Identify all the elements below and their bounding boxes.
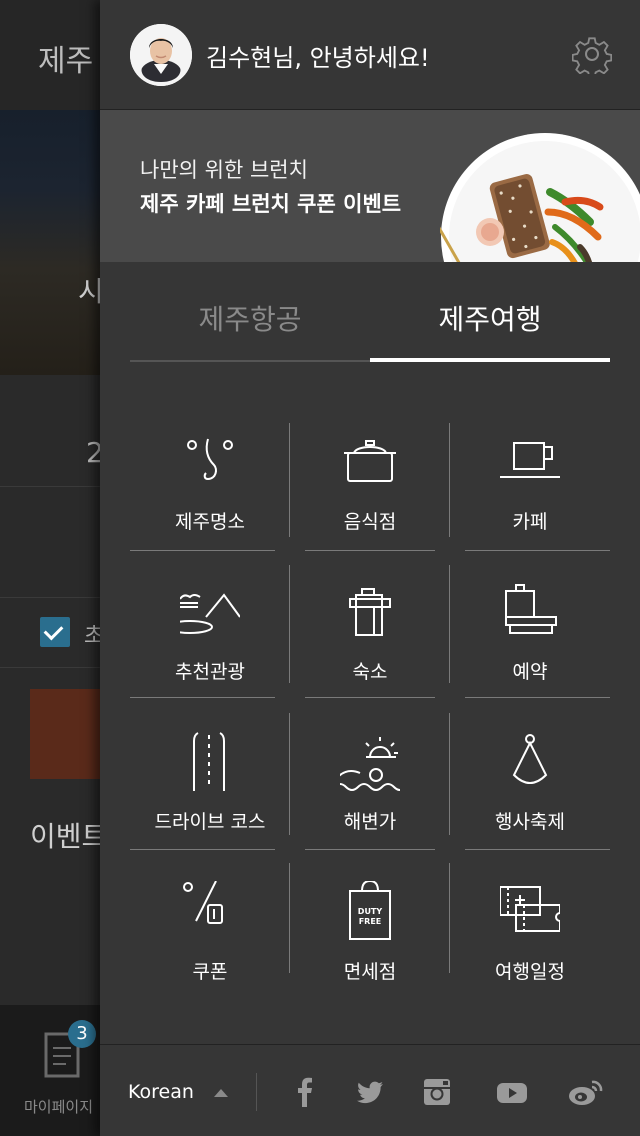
grid-divider <box>465 697 610 698</box>
pot-icon <box>344 440 396 482</box>
background-event-label: 이벤트 <box>30 820 108 853</box>
grid-divider <box>449 565 450 683</box>
menu-label: 행사축제 <box>495 811 565 833</box>
weibo-icon[interactable] <box>568 1077 604 1107</box>
facebook-icon[interactable] <box>290 1077 320 1107</box>
tab-jeju-travel[interactable]: 제주여행 <box>370 298 610 338</box>
menu-item-itinerary[interactable]: 여행일정 <box>450 863 610 1013</box>
gear-icon[interactable] <box>572 34 612 74</box>
background-title: 제주 <box>38 44 94 79</box>
menu-label: 음식점 <box>343 511 397 533</box>
travel-menu-grid: 제주명소 음식점 카페 추천관광 숙소 예약 드라이브 코스 해변가 행사축제 … <box>130 405 610 995</box>
menu-item-cafe[interactable]: 카페 <box>450 413 610 563</box>
mountain-lake-icon <box>180 593 240 634</box>
menu-label: 쿠폰 <box>192 961 228 983</box>
side-drawer: 김수현님, 안녕하세요! 나만의 위한 브런치 제주 카페 브런치 쿠폰 이벤트 <box>100 0 640 1136</box>
greeting-text: 김수현님, 안녕하세요! <box>206 44 430 72</box>
background-thumbnail <box>30 689 100 779</box>
banner-subtitle: 나만의 위한 브런치 <box>140 158 308 182</box>
notification-badge: 3 <box>68 1020 96 1048</box>
coffee-cup-icon <box>500 442 560 478</box>
menu-item-drive-course[interactable]: 드라이브 코스 <box>130 713 290 863</box>
grid-divider <box>130 550 275 551</box>
instagram-icon[interactable] <box>422 1077 452 1107</box>
grid-divider <box>305 849 435 850</box>
grid-divider <box>289 565 290 683</box>
drawer-header: 김수현님, 안녕하세요! <box>100 0 640 110</box>
promo-banner[interactable]: 나만의 위한 브런치 제주 카페 브런치 쿠폰 이벤트 <box>100 110 640 262</box>
menu-item-coupon[interactable]: 쿠폰 <box>130 863 290 1013</box>
luggage-icon <box>349 588 391 636</box>
menu-item-beach[interactable]: 해변가 <box>290 713 450 863</box>
grid-divider <box>449 713 450 835</box>
language-selector[interactable]: Korean <box>128 1081 194 1103</box>
grid-divider <box>305 550 435 551</box>
brunch-plate-image <box>440 133 640 262</box>
banner-title: 제주 카페 브런치 쿠폰 이벤트 <box>140 192 402 216</box>
youtube-icon[interactable] <box>496 1077 528 1107</box>
menu-item-recommended-tours[interactable]: 추천관광 <box>130 563 290 713</box>
menu-item-duty-free[interactable]: DUTY FREE 면세점 <box>290 863 450 1013</box>
beach-sun-icon <box>340 737 400 791</box>
duty-free-bag-icon: DUTY FREE <box>349 881 391 940</box>
menu-item-landmarks[interactable]: 제주명소 <box>130 413 290 563</box>
menu-label: 추천관광 <box>175 661 245 683</box>
menu-label: 카페 <box>512 511 548 533</box>
tickets-icon <box>500 886 560 932</box>
grid-divider <box>305 697 435 698</box>
grid-divider <box>289 863 290 973</box>
grid-divider <box>465 550 610 551</box>
menu-item-festival[interactable]: 행사축제 <box>450 713 610 863</box>
grid-divider <box>289 713 290 835</box>
menu-item-restaurants[interactable]: 음식점 <box>290 413 450 563</box>
menu-label: 제주명소 <box>175 511 245 533</box>
menu-label: 드라이브 코스 <box>154 811 266 833</box>
menu-label: 여행일정 <box>495 961 565 983</box>
landmark-icon <box>187 438 233 481</box>
grid-divider <box>130 849 275 850</box>
duty-free-text-1: DUTY <box>358 907 383 916</box>
chevron-up-icon[interactable] <box>214 1089 228 1097</box>
menu-item-reservation[interactable]: 예약 <box>450 563 610 713</box>
category-tabs: 제주항공 제주여행 <box>130 262 610 362</box>
avatar[interactable] <box>130 24 192 86</box>
twitter-icon[interactable] <box>354 1077 384 1107</box>
reservation-icon <box>505 584 557 634</box>
user-photo-icon <box>130 24 192 86</box>
menu-label: 예약 <box>512 661 548 683</box>
duty-free-text-2: FREE <box>359 917 382 926</box>
road-icon <box>193 732 225 791</box>
background-checkbox <box>40 617 70 647</box>
grid-divider <box>130 697 275 698</box>
menu-label: 해변가 <box>343 811 397 833</box>
footer-divider <box>256 1073 257 1111</box>
mypage-tab-label: 마이페이지 <box>24 1098 94 1116</box>
grid-divider <box>289 423 290 537</box>
menu-label: 면세점 <box>343 961 397 983</box>
grid-divider <box>449 863 450 973</box>
active-tab-indicator <box>370 358 610 362</box>
tab-rail <box>130 360 370 362</box>
party-hat-icon <box>512 734 548 784</box>
menu-label: 숙소 <box>352 661 388 683</box>
grid-divider <box>465 849 610 850</box>
drawer-footer: Korean <box>100 1044 640 1136</box>
percent-coupon-icon <box>183 881 223 924</box>
grid-divider <box>449 423 450 537</box>
menu-item-accommodation[interactable]: 숙소 <box>290 563 450 713</box>
tab-jeju-air[interactable]: 제주항공 <box>130 298 370 338</box>
